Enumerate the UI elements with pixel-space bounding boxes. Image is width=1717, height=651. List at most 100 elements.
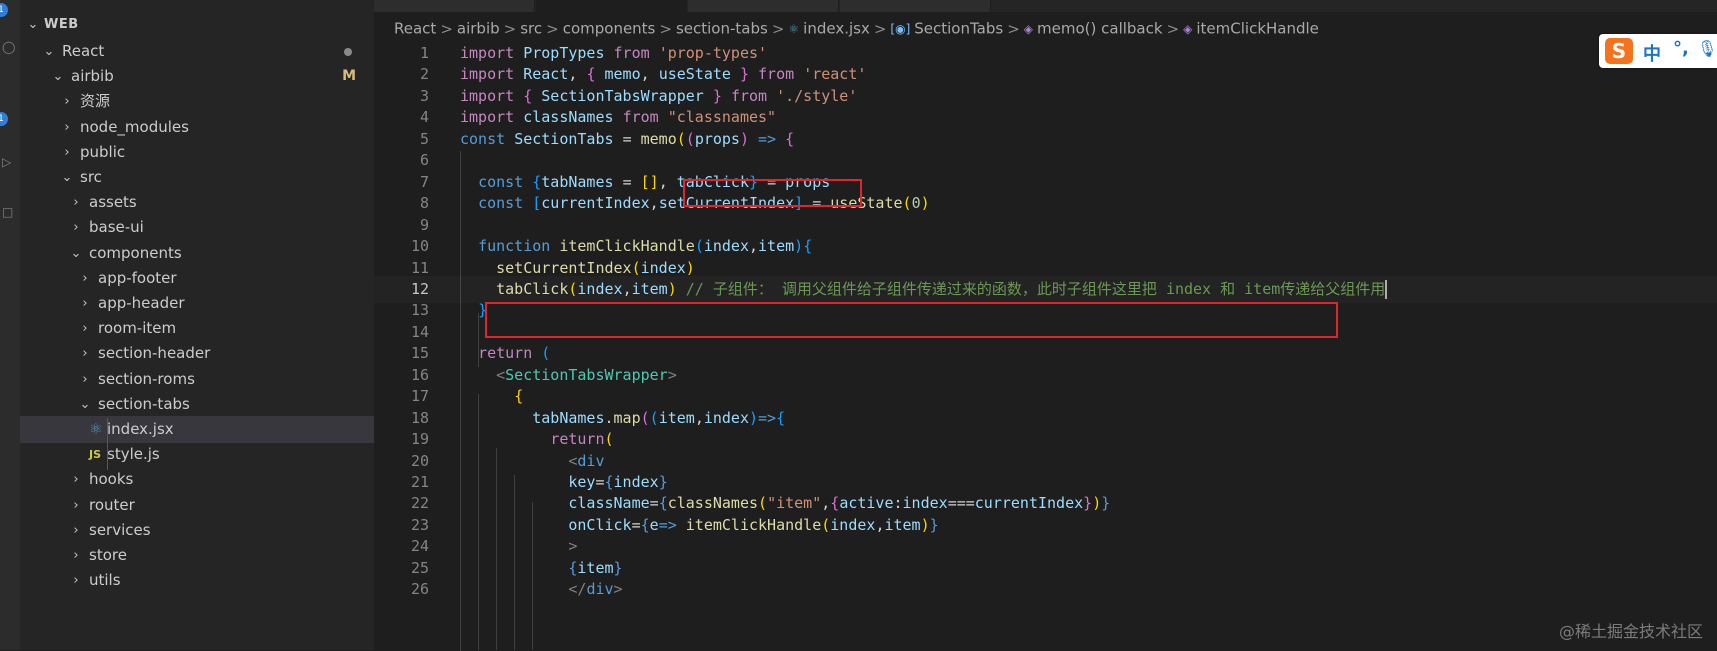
folder-item[interactable]: › assets xyxy=(20,189,374,216)
ime-language-toggle[interactable]: 中 xyxy=(1643,40,1661,66)
code-token: ( xyxy=(902,194,912,213)
code-token: SectionTabsWrapper xyxy=(505,365,668,384)
editor-tab[interactable] xyxy=(374,0,535,12)
source-control-badge: 1 xyxy=(0,112,8,126)
chevron-right-icon: › xyxy=(73,522,79,538)
tree-item-label: store xyxy=(89,546,127,564)
folder-item[interactable]: › section-header xyxy=(20,340,374,367)
code-token: tabNames xyxy=(532,408,605,427)
code-token: > xyxy=(568,537,578,556)
folder-item[interactable]: › 资源 xyxy=(20,88,374,115)
code-token: function xyxy=(478,237,560,256)
code-token: > xyxy=(667,365,677,384)
activity-bar: 1 ◯ 1 ▷ □ xyxy=(0,0,20,650)
chevron-right-icon: › xyxy=(82,321,88,337)
tree-item-label: app-footer xyxy=(98,268,177,287)
file-item[interactable]: JS style.js xyxy=(20,441,374,468)
chevron-right-icon: › xyxy=(73,220,79,236)
code-token: => xyxy=(758,408,777,427)
folder-item[interactable]: ⌄ components xyxy=(20,240,374,267)
chevron-right-icon: > xyxy=(873,19,887,38)
tree-item-label: section-roms xyxy=(98,369,195,388)
code-line[interactable]: 26 </div> xyxy=(374,576,1717,603)
symbol-method-icon: ◈ xyxy=(1183,21,1193,36)
code-area[interactable]: 1 import PropTypes from 'prop-types' 2 impo… xyxy=(374,43,1717,651)
code-text: </div> xyxy=(460,576,622,603)
breadcrumb-item[interactable]: section-tabs xyxy=(676,20,768,38)
folder-item[interactable]: › app-footer xyxy=(20,265,374,292)
breadcrumb-item[interactable]: components xyxy=(563,20,656,38)
code-token: , xyxy=(622,279,632,298)
folder-item[interactable]: › services xyxy=(20,517,374,544)
breadcrumb-file[interactable]: index.jsx xyxy=(803,20,870,38)
search-icon[interactable]: ◯ xyxy=(2,40,15,54)
code-token: { xyxy=(830,494,840,513)
editor-tab-strip xyxy=(374,0,1717,12)
code-token: ( xyxy=(694,237,704,256)
ime-punctuation-toggle[interactable]: °, xyxy=(1673,38,1689,59)
folder-item[interactable]: ⌄ airbib M xyxy=(20,63,374,90)
breadcrumb-symbol[interactable]: SectionTabs xyxy=(914,20,1003,38)
breadcrumb-item[interactable]: airbib xyxy=(457,20,500,38)
folder-item[interactable]: › app-header xyxy=(20,290,374,317)
folder-item[interactable]: ⌄ src xyxy=(20,164,374,191)
folder-item[interactable]: ⌄ React xyxy=(20,38,374,65)
modified-dot-icon xyxy=(344,48,352,56)
folder-item[interactable]: › store xyxy=(20,542,374,569)
folder-item[interactable]: › section-roms xyxy=(20,366,374,393)
code-token: </ xyxy=(568,580,587,599)
editor-tab[interactable] xyxy=(688,0,839,12)
code-token: setCurrentIndex xyxy=(496,258,632,277)
breadcrumb-symbol[interactable]: itemClickHandle xyxy=(1196,20,1319,38)
tree-item-label: router xyxy=(89,495,135,514)
folder-item[interactable]: › node_modules xyxy=(20,114,374,141)
folder-item[interactable]: › hooks xyxy=(20,466,374,493)
folder-item[interactable]: › utils xyxy=(20,567,374,594)
code-token: tabClick xyxy=(496,279,569,298)
code-token: { xyxy=(785,129,795,148)
breadcrumb-symbol[interactable]: memo() callback xyxy=(1037,20,1163,38)
editor-tab[interactable] xyxy=(840,0,991,12)
code-token: } xyxy=(658,473,668,491)
code-token: ( xyxy=(604,430,614,449)
breadcrumb-item[interactable]: React xyxy=(394,20,436,38)
js-file-icon: JS xyxy=(89,448,102,462)
code-token: . xyxy=(604,408,614,427)
sogou-logo[interactable]: S xyxy=(1605,38,1633,64)
code-token: import xyxy=(460,108,524,127)
folder-item[interactable]: › router xyxy=(20,492,374,519)
code-token: 'react' xyxy=(803,65,867,84)
chevron-down-icon: ⌄ xyxy=(70,245,82,261)
explorer-section-header[interactable]: ⌄ WEB xyxy=(20,11,374,38)
chevron-right-icon: > xyxy=(1166,19,1180,38)
microphone-icon[interactable]: 🎙 xyxy=(1697,39,1717,58)
code-token: index xyxy=(703,408,749,427)
editor-tab-active[interactable] xyxy=(536,0,687,12)
folder-item[interactable]: › room-item xyxy=(20,315,374,342)
tree-item-label: utils xyxy=(89,571,121,590)
chevron-right-icon: > xyxy=(1007,19,1020,38)
file-item[interactable]: ⚛ index.jsx xyxy=(20,416,374,443)
extensions-icon[interactable]: □ xyxy=(2,205,13,219)
code-token: memo xyxy=(640,129,677,148)
ime-toolbar[interactable]: S 中 °, 🎙 xyxy=(1599,34,1717,68)
breadcrumb-item[interactable]: src xyxy=(520,20,542,38)
chevron-right-icon: › xyxy=(64,119,70,135)
chevron-right-icon: › xyxy=(73,195,79,211)
code-token: ) xyxy=(1092,494,1102,513)
react-file-icon: ⚛ xyxy=(89,420,103,438)
run-debug-icon[interactable]: ▷ xyxy=(2,155,11,169)
code-token: = xyxy=(649,494,659,513)
folder-item[interactable]: ⌄ section-tabs xyxy=(20,391,374,418)
folder-item[interactable]: › base-ui xyxy=(20,214,374,241)
folder-item[interactable]: › public xyxy=(20,139,374,166)
code-token: props xyxy=(694,129,740,148)
code-token: currentIndex xyxy=(974,494,1084,513)
